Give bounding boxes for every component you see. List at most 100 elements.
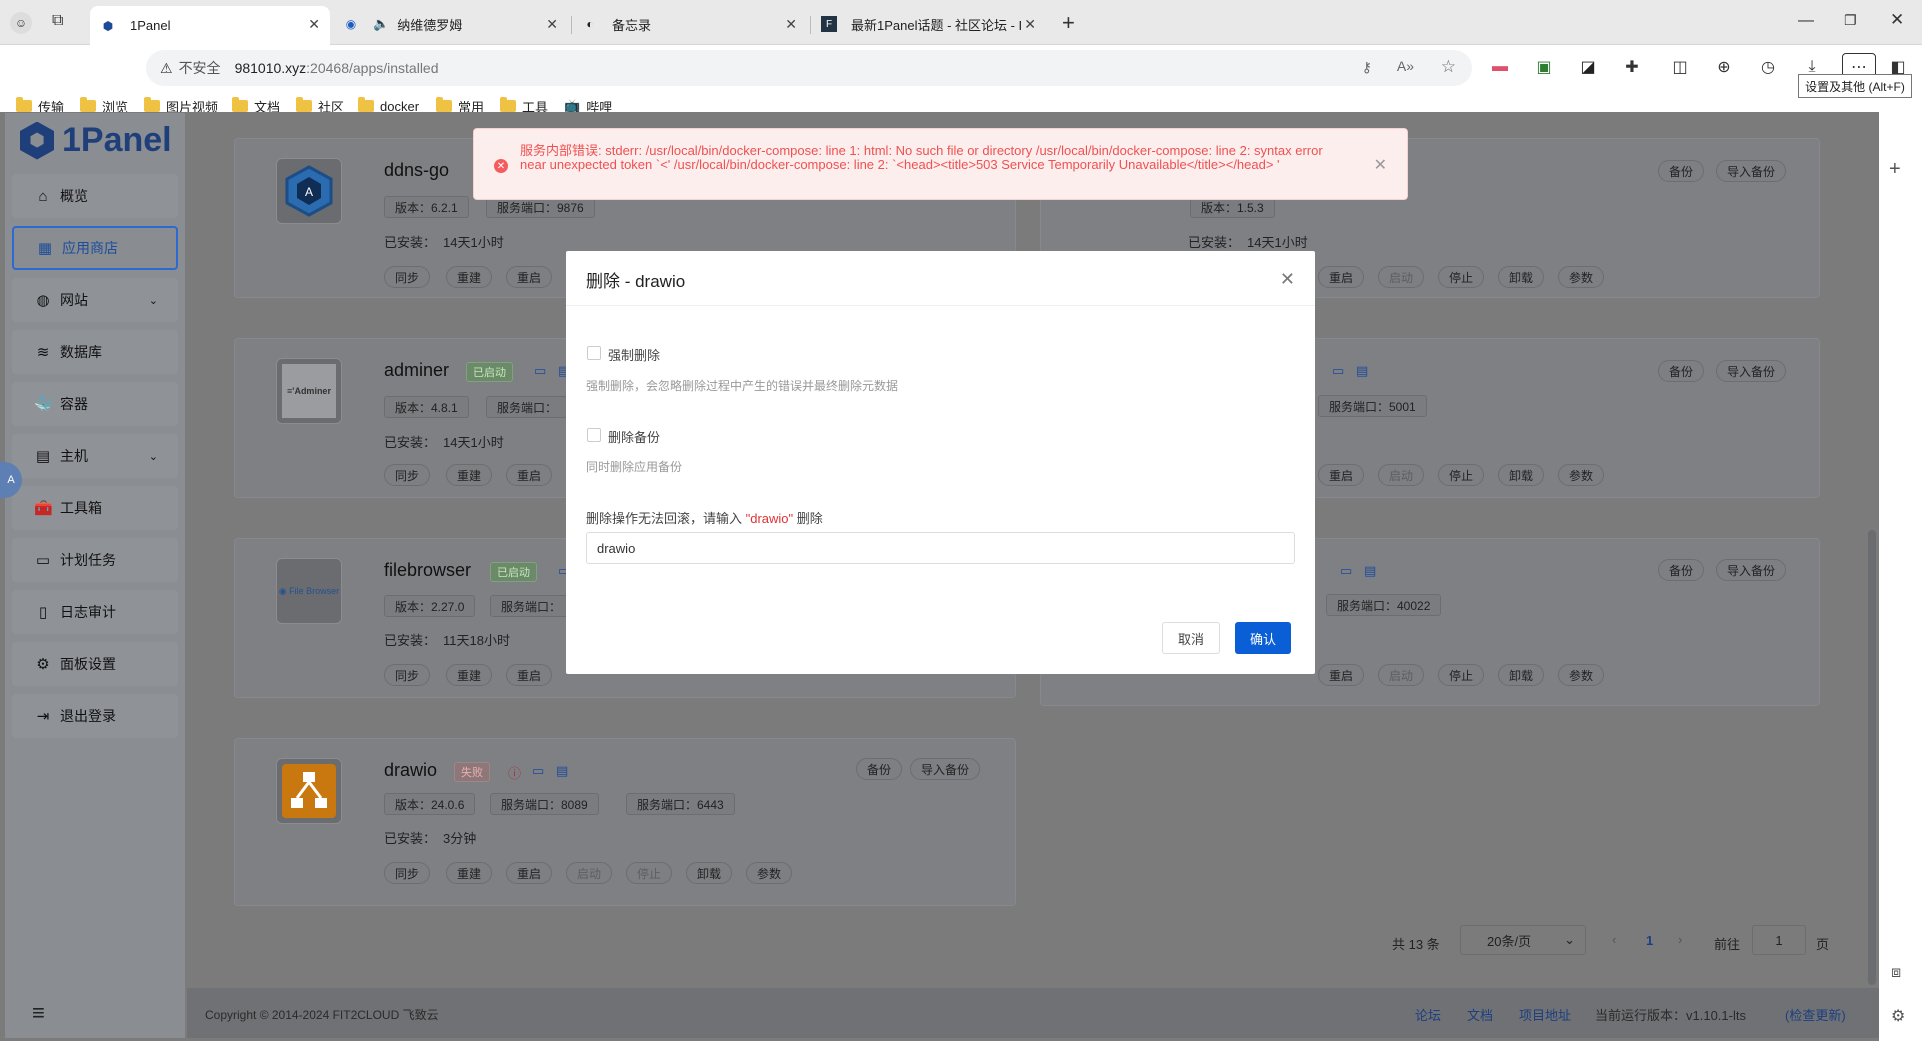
footer-link-forum[interactable]: 论坛 <box>1415 1005 1441 1024</box>
confirm-button[interactable]: 确认 <box>1235 622 1292 654</box>
close-icon[interactable]: ✕ <box>785 16 797 33</box>
close-icon[interactable]: ✕ <box>546 16 558 33</box>
import-backup-button[interactable]: 导入备份 <box>910 758 981 780</box>
params-button[interactable]: 参数 <box>1558 464 1605 486</box>
page-number[interactable]: 1 <box>1646 933 1653 948</box>
minimize-icon[interactable]: — <box>1798 12 1814 30</box>
doc-icon[interactable]: ▤ <box>1356 363 1368 379</box>
workspaces-icon[interactable]: ⧉ <box>52 12 63 30</box>
add-icon[interactable]: + <box>1889 158 1901 181</box>
stop-button[interactable]: 停止 <box>626 862 673 884</box>
import-backup-button[interactable]: 导入备份 <box>1716 360 1787 382</box>
screenshot-icon[interactable]: ⧈ <box>1891 964 1901 982</box>
confirm-name-input[interactable] <box>586 532 1295 564</box>
force-delete-checkbox[interactable] <box>587 346 601 360</box>
folder-icon[interactable]: ▭ <box>1332 363 1344 379</box>
prev-page-icon[interactable]: ‹ <box>1612 932 1616 947</box>
import-backup-button[interactable]: 导入备份 <box>1716 160 1787 182</box>
rebuild-button[interactable]: 重建 <box>446 464 493 486</box>
sidebar-item-cron[interactable]: ▭ 计划任务 <box>12 538 178 582</box>
close-icon[interactable]: ✕ <box>1374 155 1387 175</box>
delete-backup-checkbox[interactable] <box>587 428 601 442</box>
doc-icon[interactable]: ▤ <box>1364 563 1376 579</box>
folder-icon[interactable]: ▭ <box>532 763 544 779</box>
key-icon[interactable]: ⚷ <box>1362 59 1372 76</box>
scrollbar-thumb[interactable] <box>1868 530 1876 985</box>
sidebar-item-logs[interactable]: ▯ 日志审计 <box>12 590 178 634</box>
backup-button[interactable]: 备份 <box>1658 559 1705 581</box>
sidebar-item-logout[interactable]: ⇥ 退出登录 <box>12 694 178 738</box>
sidebar-item-toolbox[interactable]: 🧰 工具箱 <box>12 486 178 530</box>
close-icon[interactable]: ✕ <box>308 16 320 33</box>
port-tag[interactable]: 服务端口：5001 <box>1318 395 1427 417</box>
backup-button[interactable]: 备份 <box>1658 360 1705 382</box>
restart-button[interactable]: 重启 <box>506 464 553 486</box>
start-button[interactable]: 启动 <box>566 862 613 884</box>
uninstall-button[interactable]: 卸载 <box>1498 664 1545 686</box>
params-button[interactable]: 参数 <box>746 862 793 884</box>
restart-button[interactable]: 重启 <box>1318 664 1365 686</box>
extensions-puzzle-icon[interactable]: ✚ <box>1618 53 1646 81</box>
port-tag[interactable]: 服务端口：8089 <box>490 793 599 815</box>
address-bar[interactable]: ⚠ 不安全 981010.xyz :20468/apps/installed ⚷… <box>146 50 1472 86</box>
page-size-select[interactable]: 20条/页 ⌄ <box>1460 925 1586 955</box>
backup-button[interactable]: 备份 <box>856 758 903 780</box>
settings-gear-icon[interactable]: ⚙ <box>1891 1006 1905 1026</box>
restart-button[interactable]: 重启 <box>1318 266 1365 288</box>
tab-navidrome[interactable]: ◉ 🔈 纳维德罗姆 ✕ <box>333 6 568 42</box>
extension-dark-icon[interactable]: ◪ <box>1574 53 1602 81</box>
rebuild-button[interactable]: 重建 <box>446 664 493 686</box>
error-info-icon[interactable]: ⓘ <box>508 763 521 782</box>
sidebar-item-settings[interactable]: ⚙ 面板设置 <box>12 642 178 686</box>
folder-icon[interactable]: ▭ <box>534 363 546 379</box>
sync-button[interactable]: 同步 <box>384 266 431 288</box>
uninstall-button[interactable]: 卸载 <box>1498 464 1545 486</box>
read-aloud-icon[interactable]: A» <box>1397 58 1414 74</box>
history-icon[interactable]: ◷ <box>1754 53 1782 81</box>
extension-download-icon[interactable]: ▣ <box>1530 53 1558 81</box>
restore-icon[interactable]: ❐ <box>1844 12 1857 29</box>
sync-button[interactable]: 同步 <box>384 862 431 884</box>
restart-button[interactable]: 重启 <box>1318 464 1365 486</box>
tab-memos[interactable]: ◐ 备忘录 ✕ <box>572 6 807 42</box>
close-icon[interactable]: ✕ <box>1280 269 1295 290</box>
start-button[interactable]: 启动 <box>1378 664 1425 686</box>
uninstall-button[interactable]: 卸载 <box>686 862 733 884</box>
rebuild-button[interactable]: 重建 <box>446 266 493 288</box>
close-icon[interactable]: ✕ <box>1024 16 1036 33</box>
extension-pink-icon[interactable]: ▬ <box>1486 53 1514 81</box>
app-logo[interactable]: ⬢ 1Panel <box>20 118 172 163</box>
sync-button[interactable]: 同步 <box>384 464 431 486</box>
profile-avatar-icon[interactable]: ☺ <box>10 12 32 34</box>
uninstall-button[interactable]: 卸载 <box>1498 266 1545 288</box>
window-close-icon[interactable]: ✕ <box>1890 10 1904 30</box>
doc-icon[interactable]: ▤ <box>556 763 568 779</box>
footer-link-project[interactable]: 项目地址 <box>1519 1005 1571 1024</box>
sidebar-item-database[interactable]: ≋ 数据库 <box>12 330 178 374</box>
next-page-icon[interactable]: › <box>1678 932 1682 947</box>
sidebar-item-websites[interactable]: ◍ 网站 ⌄ <box>12 278 178 322</box>
sidebar-item-host[interactable]: ▤ 主机 ⌄ <box>12 434 178 478</box>
restart-button[interactable]: 重启 <box>506 664 553 686</box>
params-button[interactable]: 参数 <box>1558 266 1605 288</box>
restart-button[interactable]: 重启 <box>506 266 553 288</box>
footer-link-docs[interactable]: 文档 <box>1467 1005 1493 1024</box>
favorite-star-icon[interactable]: ☆ <box>1441 57 1456 77</box>
port-tag[interactable]: 服务端口：6443 <box>626 793 735 815</box>
goto-input[interactable]: 1 <box>1752 925 1806 955</box>
collapse-menu-icon[interactable]: ≡ <box>32 1000 45 1026</box>
restart-button[interactable]: 重启 <box>506 862 553 884</box>
sidebar-item-appstore[interactable]: ▦ 应用商店 <box>12 226 178 270</box>
port-tag[interactable]: 服务端口：40022 <box>1326 594 1442 616</box>
start-button[interactable]: 启动 <box>1378 464 1425 486</box>
port-tag[interactable]: 服务端口： <box>490 595 573 617</box>
split-screen-icon[interactable]: ◫ <box>1666 53 1694 81</box>
folder-icon[interactable]: ▭ <box>1340 563 1352 579</box>
params-button[interactable]: 参数 <box>1558 664 1605 686</box>
sidebar-item-overview[interactable]: ⌂ 概览 <box>12 174 178 218</box>
sync-button[interactable]: 同步 <box>384 664 431 686</box>
tab-1panel[interactable]: ⬢ 1Panel ✕ <box>90 6 330 45</box>
stop-button[interactable]: 停止 <box>1438 464 1485 486</box>
backup-button[interactable]: 备份 <box>1658 160 1705 182</box>
start-button[interactable]: 启动 <box>1378 266 1425 288</box>
